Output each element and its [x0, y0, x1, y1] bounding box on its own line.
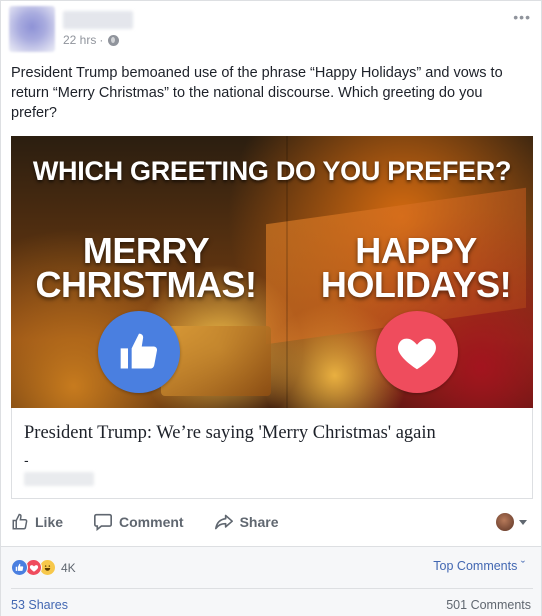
meta-separator: · [99, 33, 104, 47]
comment-label: Comment [119, 514, 184, 530]
share-button[interactable]: Share [214, 513, 279, 531]
post-as-selector[interactable] [496, 513, 527, 531]
like-label: Like [35, 514, 64, 530]
christmas-text: CHRISTMAS! [35, 264, 257, 305]
happy-holidays-text: HAPPY HOLIDAYS! [306, 230, 526, 305]
like-reaction-icon [98, 311, 180, 393]
action-bar: Like Comment Share [11, 509, 533, 535]
author-avatar[interactable] [9, 6, 55, 52]
chevron-down-icon [519, 519, 527, 525]
post-timestamp[interactable]: 22 hrs [63, 33, 96, 47]
comments-count[interactable]: 501 Comments [446, 598, 531, 612]
post-image[interactable]: WHICH GREETING DO YOU PREFER? MERRY CHRI… [11, 136, 533, 408]
post-text: President Trump bemoaned use of the phra… [11, 65, 503, 121]
comment-bubble-icon [94, 513, 113, 531]
post-card: 22 hrs · ••• President Trump bemoaned us… [0, 0, 542, 616]
shares-count[interactable]: 53 Shares [11, 598, 68, 612]
love-reaction-icon [376, 311, 458, 393]
top-comments-dropdown[interactable]: Top Comments ˇ [433, 559, 525, 573]
share-label: Share [239, 514, 279, 530]
footer-divider [11, 588, 533, 589]
link-preview[interactable]: President Trump: We’re saying 'Merry Chr… [11, 408, 533, 499]
merry-christmas-text: MERRY CHRISTMAS! [21, 230, 271, 305]
post-meta: 22 hrs · [63, 33, 120, 47]
like-button[interactable]: Like [11, 513, 63, 531]
reaction-count: 4K [61, 560, 76, 575]
link-description: - [24, 452, 29, 468]
reaction-summary[interactable]: 4K [11, 559, 76, 576]
globe-icon [108, 34, 120, 46]
more-options-icon[interactable]: ••• [513, 9, 531, 25]
share-arrow-icon [214, 514, 233, 530]
link-title[interactable]: President Trump: We’re saying 'Merry Chr… [24, 423, 436, 444]
image-headline: WHICH GREETING DO YOU PREFER? [32, 156, 512, 186]
link-source-redacted [24, 472, 94, 486]
thumbs-up-icon [12, 513, 28, 530]
author-name-redacted[interactable] [63, 11, 133, 29]
happy-text: HAPPY [355, 230, 477, 271]
comment-button[interactable]: Comment [93, 513, 184, 531]
holidays-text: HOLIDAYS! [320, 264, 512, 305]
viewer-avatar [496, 513, 514, 531]
post-footer: 4K Top Comments ˇ 53 Shares 501 Comments [1, 546, 541, 616]
merry-text: MERRY [82, 230, 210, 271]
like-reaction-small-icon [11, 559, 28, 576]
